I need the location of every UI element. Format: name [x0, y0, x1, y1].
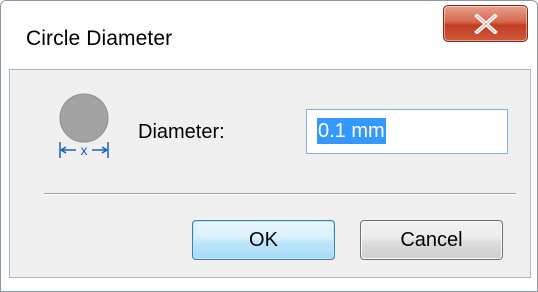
- diameter-icon-caption: x: [81, 142, 88, 158]
- dialog-content: x Diameter: 0.1 mm OK Cancel: [9, 69, 531, 278]
- window-title: Circle Diameter: [26, 27, 173, 50]
- close-button[interactable]: [443, 5, 528, 42]
- circle-diameter-icon: x: [54, 92, 114, 158]
- diameter-input[interactable]: 0.1 mm: [306, 109, 508, 154]
- close-icon: [474, 14, 498, 34]
- dialog-window: Circle Diameter x Diameter: 0.1 mm OK Ca…: [0, 0, 538, 292]
- diameter-label: Diameter:: [138, 121, 225, 143]
- ok-button[interactable]: OK: [192, 220, 335, 260]
- cancel-button[interactable]: Cancel: [360, 220, 503, 260]
- diameter-input-value: 0.1 mm: [317, 118, 386, 144]
- title-bar: Circle Diameter: [1, 1, 537, 69]
- separator: [44, 193, 516, 195]
